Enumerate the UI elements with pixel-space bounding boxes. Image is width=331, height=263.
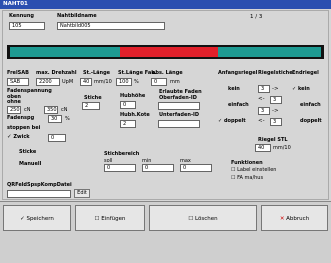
fadensp-field-1[interactable]: 250: [7, 106, 21, 114]
sticke-label: Sticke: [19, 149, 37, 155]
einfuegen-label: Einfügen: [101, 216, 126, 222]
stlfak-unit: %: [134, 79, 139, 85]
hubhoehe-label: Hubhöhe: [120, 93, 146, 99]
window-title-bar: NAHT01: [0, 0, 331, 9]
arrow-2: <-: [258, 96, 265, 102]
riegelstl-unit: mm/10: [273, 145, 291, 151]
band-segment-teal-right: [218, 47, 321, 57]
fadensp-unit-1: cN: [24, 107, 31, 113]
anfang-doppelt-label: doppelt: [223, 118, 246, 124]
hubh-kote-label: Hubh.Kote: [120, 112, 150, 118]
label-einstellen-label: Label einstellen: [237, 167, 277, 173]
anfang-doppelt[interactable]: ✓ doppelt: [218, 118, 246, 125]
rs-field-3[interactable]: 3: [258, 107, 270, 115]
erlaubte-label: Erlaubte Faden Oberfaden-ID: [159, 89, 202, 101]
stlfak-field[interactable]: 100: [116, 78, 132, 86]
drehzahl-unit: UpM: [62, 79, 74, 85]
end-kein[interactable]: ✓ kein: [292, 86, 310, 93]
insert-icon: ☐: [94, 216, 100, 222]
drehzahl-label: max. Drehzahl: [36, 70, 77, 76]
fadenspg-field[interactable]: 30: [48, 115, 62, 123]
kennung-field[interactable]: 105: [9, 22, 45, 30]
stlaenge-label: St.-Länge: [83, 70, 111, 76]
stiche-field[interactable]: 2: [82, 102, 100, 110]
window-title: NAHT01: [3, 1, 28, 7]
seam-color-band: [7, 45, 324, 59]
rs-field-2[interactable]: 3: [270, 96, 282, 104]
stoppen-label: stoppen bei: [7, 125, 41, 131]
anfangsriegel-label: Anfangsriegel: [218, 70, 258, 76]
end-kein-label: kein: [297, 86, 310, 92]
riegelstl-field[interactable]: 40: [255, 144, 271, 152]
anfang-kein[interactable]: kein: [228, 86, 240, 93]
stlaenge-unit: mm/10: [94, 79, 112, 85]
edit-button[interactable]: Edit: [74, 189, 90, 198]
abslaenge-field[interactable]: 0: [151, 78, 167, 86]
fadensp-unit-2: cN: [61, 107, 68, 113]
rs-field-4[interactable]: 3: [270, 118, 282, 126]
check-icon: ✓: [20, 216, 25, 222]
label-einstellen-checkbox[interactable]: ☐ Label einstellen: [231, 167, 276, 173]
riegelstl-label: Riegel STL: [258, 137, 288, 143]
unterfaden-field[interactable]: [158, 120, 200, 128]
abbruch-button[interactable]: ✕ Abbruch: [261, 205, 328, 231]
manuell-label: Manuell: [19, 161, 42, 167]
einfuegen-button[interactable]: ☐ Einfügen: [75, 205, 145, 231]
cancel-icon: ✕: [279, 216, 285, 222]
arrow-1: ->: [272, 86, 279, 92]
end-doppelt[interactable]: doppelt: [300, 118, 322, 125]
oberfaden-field[interactable]: [158, 102, 200, 110]
abslaenge-unit: mm: [170, 79, 180, 85]
arrow-3: ->: [272, 108, 279, 114]
band-segment-teal-left: [10, 47, 120, 57]
rs-field-1[interactable]: 3: [258, 85, 270, 93]
footer-toolbar: ✓ Speichern ☐ Einfügen ☐ Löschen ✕ Abbru…: [0, 201, 331, 263]
anfang-einfach[interactable]: einfach: [228, 102, 249, 109]
fretsab-field[interactable]: SAB: [7, 78, 29, 86]
min-field[interactable]: 0: [142, 164, 174, 172]
drehzahl-field[interactable]: 2200: [36, 78, 60, 86]
soll-field[interactable]: 0: [104, 164, 136, 172]
fa-label: FA ma/hus: [237, 175, 264, 181]
fretsab-label: FrelSAB: [7, 70, 29, 76]
nahtbild-field[interactable]: Nahtbild005: [57, 22, 165, 30]
kennung-label: Kennung: [9, 13, 34, 19]
end-einfach[interactable]: einfach: [300, 102, 321, 109]
page-counter: 1 / 3: [250, 14, 263, 20]
max-field[interactable]: 0: [180, 164, 212, 172]
fa-checkbox[interactable]: ☐ FA ma/hus: [231, 175, 263, 181]
nahtbild-label: Nahtbildname: [57, 13, 97, 19]
funktionen-label: Funktionen: [231, 160, 263, 166]
qrcode-label: QRFeldSpspKompDatei: [7, 182, 72, 188]
stichbereich-label: Stichbereich: [104, 151, 140, 157]
hubh-kote-field[interactable]: 2: [120, 120, 136, 128]
zwick-checkbox[interactable]: ✓ Zwick: [7, 134, 30, 141]
zwick-label: Zwick: [13, 134, 30, 140]
endriegel-label: Endriegel: [292, 70, 319, 76]
arrow-4: <-: [258, 118, 265, 124]
fadenspg-label: Fadenspg: [7, 115, 35, 121]
unterfaden-label: Unterfaden-ID: [159, 112, 200, 118]
stlfak-label: St.Länge Fak.: [118, 70, 157, 76]
speichern-button[interactable]: ✓ Speichern: [3, 205, 71, 231]
stlaenge-field[interactable]: 40: [80, 78, 92, 86]
riegelstiche-label: Riegelstiche: [258, 70, 293, 76]
abslaenge-label: abs. Länge: [152, 70, 183, 76]
hubhoehe-field[interactable]: 0: [120, 101, 136, 109]
qrcode-field[interactable]: [7, 190, 71, 198]
stiche-label: Stiche: [84, 95, 102, 101]
band-segment-red: [120, 47, 218, 57]
fadenspannung-sub: ohne: [7, 99, 21, 105]
loeschen-button[interactable]: ☐ Löschen: [149, 205, 257, 231]
abbruch-label: Abbruch: [286, 216, 310, 222]
zwick-field[interactable]: 0: [48, 134, 66, 142]
fadensp-field-2[interactable]: 350: [44, 106, 58, 114]
speichern-label: Speichern: [26, 216, 54, 222]
fadenspg-unit: %: [65, 116, 70, 122]
loeschen-label: Löschen: [195, 216, 218, 222]
delete-icon: ☐: [188, 216, 194, 222]
